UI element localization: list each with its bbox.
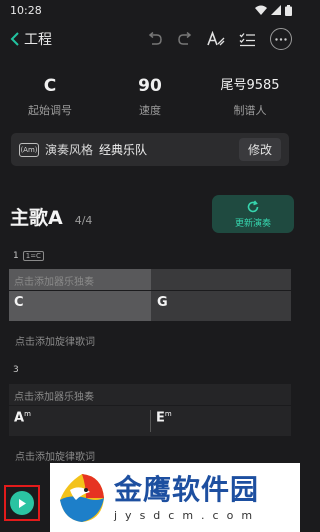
more-button[interactable] [270, 28, 292, 50]
back-label: 工程 [24, 32, 52, 48]
info-value: 尾号9585 [220, 78, 280, 93]
info-label: 速度 [139, 104, 161, 117]
section-name[interactable]: 主歌A [10, 203, 63, 230]
play-style-bar: (Am) 演奏风格 经典乐队 修改 [11, 133, 289, 166]
info-value: C [43, 76, 57, 96]
top-nav: 工程 [0, 24, 300, 54]
info-key[interactable]: C 起始调号 [0, 74, 100, 124]
chord[interactable]: C [14, 295, 24, 310]
watermark: 金鹰软件园 jysdcm.com [50, 463, 300, 532]
refresh-icon [247, 200, 259, 212]
bar-number: 3 [13, 365, 19, 375]
chord-root: E [156, 410, 165, 426]
refresh-label: 更新演奏 [234, 218, 271, 229]
chord-suffix: m [164, 410, 172, 418]
refresh-play-button[interactable]: 更新演奏 [212, 195, 294, 233]
bar-divider [150, 410, 151, 432]
chord-root: A [14, 410, 25, 426]
watermark-text: 金鹰软件园 jysdcm.com [114, 473, 260, 522]
chevron-left-icon [10, 32, 19, 46]
style-label: 演奏风格 [45, 143, 94, 157]
bar-block[interactable]: 点击添加器乐独奏 C G [9, 269, 291, 321]
info-label: 制谱人 [233, 104, 267, 117]
wifi-icon [255, 5, 267, 15]
bar-number-value: 1 [13, 251, 19, 261]
play-button[interactable] [4, 485, 40, 521]
eagle-logo-icon [60, 473, 104, 522]
edit-style-button[interactable]: 修改 [238, 138, 281, 161]
nav-actions [147, 28, 292, 50]
watermark-subtitle: jysdcm.com [114, 509, 261, 522]
chord[interactable]: G [157, 295, 168, 310]
style-value: 经典乐队 [99, 143, 148, 157]
lyric-hint[interactable]: 点击添加旋律歌词 [15, 333, 95, 348]
chord[interactable]: Em [156, 410, 172, 425]
key-tag: 1=C [22, 251, 44, 261]
checklist-icon[interactable] [239, 32, 256, 47]
status-icons [255, 4, 292, 16]
more-icon [275, 37, 287, 41]
lyric-hint[interactable]: 点击添加旋律歌词 [15, 448, 95, 463]
bar-block[interactable]: 点击添加器乐独奏 Am Em [9, 384, 291, 436]
chord-suffix: m [24, 410, 31, 418]
status-bar: 10:28 [0, 0, 300, 20]
song-info: C 起始调号 90 速度 尾号9585 制谱人 [0, 74, 300, 124]
play-icon [19, 498, 26, 508]
time-signature: 4/4 [74, 214, 93, 227]
chord[interactable]: Am [14, 410, 31, 425]
redo-icon[interactable] [177, 32, 193, 46]
signal-icon [271, 5, 281, 15]
text-style-icon[interactable] [207, 31, 225, 47]
bar-number-value: 3 [13, 365, 19, 375]
solo-hint[interactable]: 点击添加器乐独奏 [9, 269, 291, 291]
battery-icon [285, 4, 292, 16]
bar-number: 1 1=C [13, 251, 44, 261]
solo-hint[interactable]: 点击添加器乐独奏 [9, 384, 291, 406]
watermark-title: 金鹰软件园 [114, 473, 260, 506]
back-button[interactable]: 工程 [10, 29, 52, 49]
info-author: 尾号9585 制谱人 [200, 74, 300, 124]
play-circle [10, 491, 34, 515]
info-label: 起始调号 [28, 104, 72, 117]
info-value: 90 [138, 76, 162, 96]
section-title: 主歌A 4/4 [10, 203, 92, 230]
info-tempo[interactable]: 90 速度 [100, 74, 200, 124]
undo-icon[interactable] [147, 32, 163, 46]
status-time: 10:28 [10, 3, 42, 17]
am-chord-icon: (Am) [19, 142, 39, 157]
